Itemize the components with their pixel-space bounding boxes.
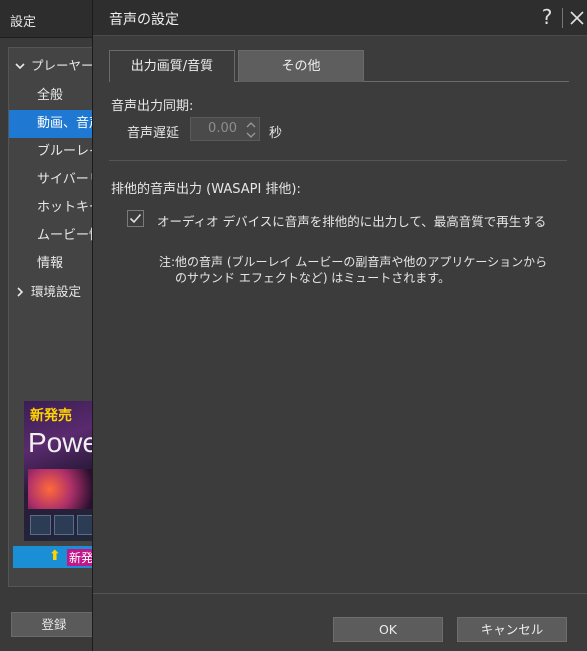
- chevron-down-icon: [13, 52, 27, 80]
- dialog-titlebar: 音声の設定 ?: [93, 0, 587, 36]
- audio-sync-heading: 音声出力同期:: [111, 99, 194, 114]
- promo-link-banner[interactable]: ⬆ 新発: [13, 546, 103, 568]
- ok-button[interactable]: OK: [333, 617, 443, 642]
- promo-concert-image: [28, 469, 100, 509]
- promo-new-label: 新発売: [30, 408, 72, 424]
- section-divider: [109, 160, 567, 161]
- dialog-title: 音声の設定: [109, 12, 179, 28]
- cancel-button[interactable]: キャンセル: [457, 617, 567, 642]
- note-text-line-2: のサウンド エフェクトなど) はミュートされます。: [175, 271, 451, 285]
- exclusive-output-label[interactable]: オーディオ デバイスに音声を排他的に出力して、最高音質で再生する: [157, 211, 546, 230]
- audio-delay-unit: 秒: [269, 126, 283, 141]
- tab-bar: 出力画質/音質 その他: [109, 50, 569, 82]
- footer-divider: [93, 593, 587, 594]
- audio-settings-dialog: 音声の設定 ? 出力画質/音質 その他 音声出力同期: 音声遅延 0.00 秒 …: [92, 0, 587, 651]
- promo-thumbnails: [30, 515, 99, 535]
- close-icon[interactable]: [566, 6, 587, 30]
- tab-output-quality[interactable]: 出力画質/音質: [109, 50, 235, 82]
- exclusive-output-heading: 排他的音声出力 (WASAPI 排他):: [111, 182, 301, 197]
- tab-other[interactable]: その他: [238, 50, 364, 82]
- tree-item-label: 情報: [37, 256, 64, 271]
- tree-item-label: 環境設定: [31, 284, 82, 299]
- chevron-right-icon: [13, 278, 27, 306]
- arrow-up-icon: ⬆: [49, 548, 61, 564]
- stepper-down-icon[interactable]: [244, 129, 258, 139]
- titlebar-divider: [562, 8, 563, 28]
- audio-delay-stepper[interactable]: 0.00: [190, 117, 260, 141]
- audio-delay-label: 音声遅延: [127, 126, 180, 141]
- exclusive-output-checkbox[interactable]: [127, 210, 144, 227]
- promo-banner-text: 新発: [67, 549, 96, 566]
- register-button[interactable]: 登録: [11, 612, 97, 637]
- promo-title: Powe: [28, 427, 99, 458]
- audio-delay-value[interactable]: 0.00: [197, 121, 237, 136]
- stepper-up-icon[interactable]: [244, 119, 258, 129]
- settings-title: 設定: [10, 15, 37, 30]
- tree-item-label: 全般: [37, 88, 64, 103]
- note-text-line-1: 注:他の音声 (ブルーレイ ムービーの副音声や他のアプリケーションから: [159, 255, 548, 269]
- help-button[interactable]: ?: [538, 4, 556, 30]
